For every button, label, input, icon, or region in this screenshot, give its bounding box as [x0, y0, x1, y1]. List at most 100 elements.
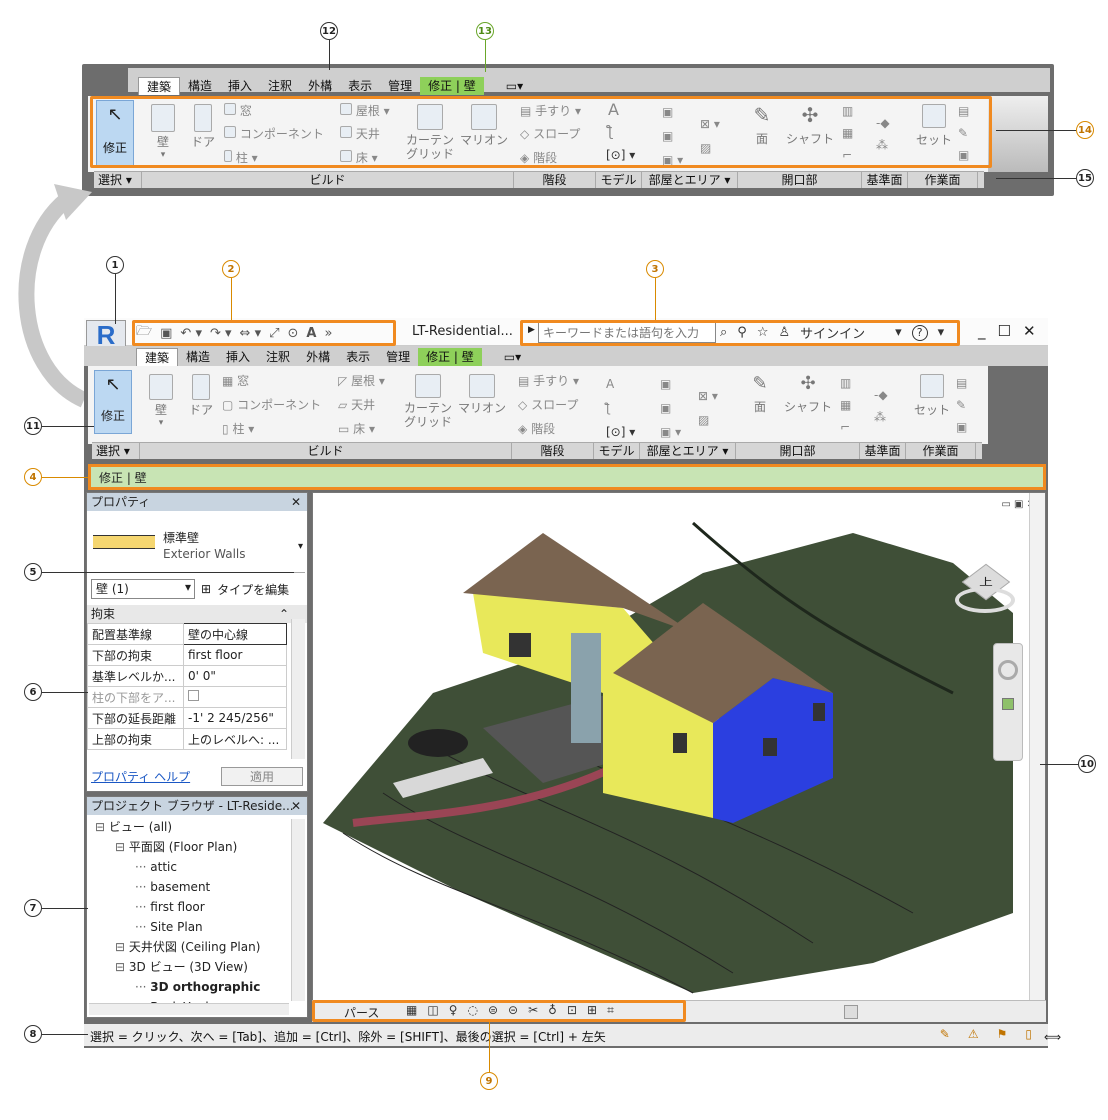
expand-toggle-icon[interactable]: ⊟	[115, 960, 129, 974]
main-column-tool[interactable]: ▯ 柱 ▾	[222, 420, 254, 437]
main-room-icons[interactable]: ▣ ▣ ▣ ▾	[660, 372, 681, 444]
main-tab-site[interactable]: 外構	[298, 348, 338, 366]
main-tab-view[interactable]: 表示	[338, 348, 378, 366]
steering-wheel-icon[interactable]	[998, 660, 1018, 680]
main-component-tool[interactable]: ▢ コンポーネント	[222, 396, 321, 413]
browser-tree-item[interactable]: ⊟ 天井伏図 (Ceiling Plan)	[91, 937, 303, 957]
navigation-bar[interactable]	[993, 643, 1023, 761]
main-wall-tool[interactable]: 壁 ▾	[146, 374, 176, 428]
prop-value[interactable]: 0' 0"	[183, 665, 287, 687]
main-set-tool[interactable]: セット	[912, 374, 952, 418]
main-door-tool[interactable]: ドア	[186, 374, 216, 418]
browser-tree-item[interactable]: ⊟ 3D ビュー (3D View)	[91, 957, 303, 977]
main-railing-tool[interactable]: ▤ 手すり ▾	[518, 372, 579, 389]
main-ceiling-tool[interactable]: ▱ 天井	[338, 396, 375, 413]
tab-annotate[interactable]: 注釈	[260, 77, 300, 95]
main-model-icons[interactable]: Aƪ [⊙] ▾	[606, 372, 635, 444]
browser-tree-item[interactable]: ··· Site Plan	[91, 917, 303, 937]
prop-row: 柱の下部をア...	[87, 686, 287, 708]
main-workplane-icons[interactable]: ▤ ✎ ▣	[956, 372, 967, 438]
browser-tree-item[interactable]: ⊟ ビュー (all)	[91, 817, 303, 837]
type-selector[interactable]: 標準壁 Exterior Walls ▾	[89, 515, 305, 573]
browser-tree-item[interactable]: ⊟ 平面図 (Floor Plan)	[91, 837, 303, 857]
main-ribbon-minimize-icon[interactable]: ▭▾	[496, 348, 529, 366]
expand-toggle-icon[interactable]: ⊟	[115, 940, 129, 954]
minimize-icon[interactable]: _	[978, 322, 986, 340]
drag-handle-icon[interactable]: ⟺	[1044, 1030, 1061, 1044]
main-datum-icons[interactable]: -◆ ⁂	[874, 384, 888, 428]
main-stair-tool[interactable]: ◈ 階段	[518, 420, 555, 437]
main-panel-select[interactable]: 選択 ▾	[92, 443, 140, 459]
prop-value-checkbox[interactable]	[183, 686, 287, 708]
main-curtain-grid-tool[interactable]: カーテン グリッド	[400, 374, 456, 429]
main-panel-workplane: 作業面	[906, 443, 976, 459]
viewcube[interactable]: 上	[955, 559, 1015, 619]
prop-value[interactable]: 上のレベルへ: ...	[183, 728, 287, 750]
tab-site[interactable]: 外構	[300, 77, 340, 95]
main-floor-tool[interactable]: ▭ 床 ▾	[338, 420, 375, 437]
main-opening-icons[interactable]: ▥ ▦ ⌐	[840, 372, 851, 438]
panel-room-area[interactable]: 部屋とエリア ▾	[642, 172, 738, 188]
main-tab-modify-wall[interactable]: 修正 | 壁	[418, 348, 482, 366]
main-area-icons[interactable]: ⊠ ▾ ▨	[698, 384, 718, 432]
main-modify-button[interactable]: ↖ 修正	[94, 370, 132, 434]
close-icon[interactable]: ✕	[1023, 322, 1036, 340]
tab-insert[interactable]: 挿入	[220, 77, 260, 95]
zoom-region-icon[interactable]	[1002, 698, 1014, 710]
model-3d-view[interactable]	[313, 493, 1046, 1002]
instance-selector[interactable]: 壁 (1) ▾	[91, 579, 195, 599]
apply-button[interactable]: 適用	[221, 767, 303, 786]
properties-help-link[interactable]: プロパティ ヘルプ	[91, 768, 190, 785]
main-panel-room-area[interactable]: 部屋とエリア ▾	[640, 443, 736, 459]
expand-toggle-icon[interactable]: ⊟	[95, 820, 109, 834]
tab-view[interactable]: 表示	[340, 77, 380, 95]
section-constraints[interactable]: 拘束 ⌃	[87, 605, 307, 623]
browser-tree-item[interactable]: ··· first floor	[91, 897, 303, 917]
type-name: 標準壁	[163, 531, 200, 545]
select-by-face-icon[interactable]: ▯	[1025, 1027, 1032, 1041]
select-links-icon[interactable]: ✎	[940, 1027, 950, 1041]
main-roof-tool[interactable]: ◸ 屋根 ▾	[338, 372, 385, 389]
main-face-tool[interactable]: ✎ 面	[746, 373, 774, 414]
edit-type-icon[interactable]: ⊞	[201, 582, 211, 596]
tab-manage[interactable]: 管理	[380, 77, 420, 95]
properties-palette: プロパティ ✕ 標準壁 Exterior Walls ▾ 壁 (1) ▾ ⊞ タイプを…	[86, 492, 308, 792]
main-component-icon: ▢	[222, 398, 234, 412]
properties-close-icon[interactable]: ✕	[291, 493, 301, 511]
tab-architecture[interactable]: 建築	[138, 77, 181, 95]
browser-tree-item[interactable]: ··· 3D orthographic	[91, 977, 303, 997]
type-dropdown-icon[interactable]: ▾	[298, 541, 303, 552]
checkbox-icon[interactable]	[188, 690, 199, 701]
select-underlay-icon[interactable]: ⚠	[968, 1027, 979, 1041]
select-pinned-icon[interactable]: ⚑	[997, 1027, 1008, 1041]
viewport-vscrollbar[interactable]	[1029, 493, 1045, 1001]
main-panel-opening: 開口部	[736, 443, 860, 459]
viewcube-ring[interactable]	[955, 587, 1015, 613]
panel-select[interactable]: 選択 ▾	[94, 172, 142, 188]
main-tab-manage[interactable]: 管理	[378, 348, 418, 366]
drawing-area[interactable]: ▭ ▣ ✕ 上	[312, 492, 1046, 1002]
expand-toggle-icon[interactable]: ⊟	[115, 840, 129, 854]
hscroll-thumb[interactable]	[844, 1005, 858, 1019]
main-shaft-tool[interactable]: ✣ シャフト	[780, 373, 836, 414]
main-tab-annotate[interactable]: 注釈	[258, 348, 298, 366]
prop-value[interactable]: -1' 2 245/256"	[183, 707, 287, 729]
browser-tree-item[interactable]: ··· attic	[91, 857, 303, 877]
tab-structure[interactable]: 構造	[180, 77, 220, 95]
callout-6: 6	[24, 683, 42, 701]
browser-hscrollbar[interactable]	[89, 1003, 289, 1015]
prop-value[interactable]: 壁の中心線	[183, 623, 287, 645]
edit-type-button[interactable]: タイプを編集	[217, 581, 289, 598]
browser-scrollbar[interactable]	[291, 819, 305, 1001]
browser-close-icon[interactable]: ✕	[291, 797, 301, 815]
main-tab-architecture[interactable]: 建築	[136, 348, 179, 366]
main-window-tool[interactable]: ▦ 窓	[222, 372, 249, 389]
maximize-icon[interactable]: ☐	[998, 322, 1011, 340]
main-tab-insert[interactable]: 挿入	[218, 348, 258, 366]
browser-tree-item[interactable]: ··· basement	[91, 877, 303, 897]
main-ramp-tool[interactable]: ◇ スロープ	[518, 396, 578, 413]
main-tab-structure[interactable]: 構造	[178, 348, 218, 366]
main-mullion-tool[interactable]: マリオン	[456, 374, 508, 416]
prop-value[interactable]: first floor	[183, 644, 287, 666]
properties-scrollbar[interactable]	[291, 619, 305, 759]
